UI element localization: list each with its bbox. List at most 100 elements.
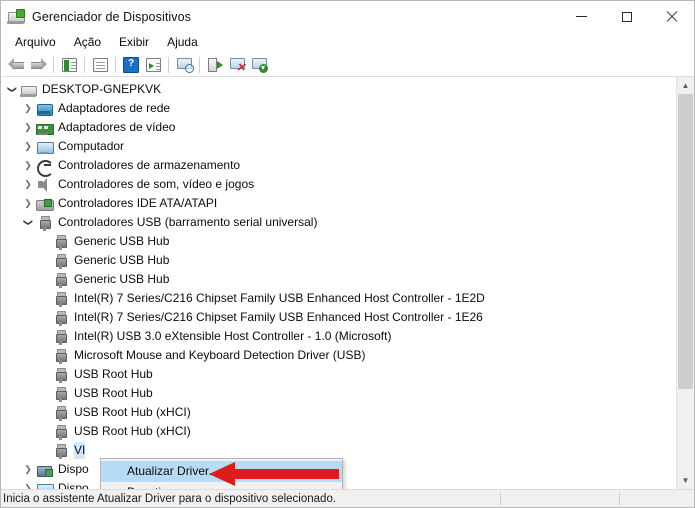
menu-acao[interactable]: Ação bbox=[65, 33, 110, 52]
tree-row[interactable]: Generic USB Hub bbox=[1, 251, 676, 270]
network-adapter-icon bbox=[36, 101, 53, 117]
tree-row-label: VI bbox=[74, 442, 86, 459]
tree-row[interactable]: ❯ Adaptadores de rede bbox=[1, 99, 676, 118]
update-driver-button[interactable] bbox=[204, 54, 226, 75]
tree-row-label: Microsoft Mouse and Keyboard Detection D… bbox=[74, 348, 366, 362]
tree-row-label: Intel(R) 7 Series/C216 Chipset Family US… bbox=[74, 291, 485, 305]
usb-icon bbox=[52, 234, 69, 250]
tree-row[interactable]: ❯ Computador bbox=[1, 137, 676, 156]
tree-row[interactable]: ❯ Controladores USB (barramento serial un… bbox=[1, 213, 676, 232]
toolbar-separator-2 bbox=[84, 56, 85, 73]
window-title: Gerenciador de Dispositivos bbox=[32, 9, 192, 24]
scroll-track[interactable] bbox=[677, 94, 694, 472]
usb-icon bbox=[52, 424, 69, 440]
chevron-right-icon[interactable]: ❯ bbox=[20, 194, 36, 213]
tree-row-label: USB Root Hub bbox=[74, 367, 153, 381]
window-controls bbox=[559, 1, 694, 32]
computer-icon bbox=[20, 82, 37, 98]
show-hidden-button[interactable] bbox=[142, 54, 164, 75]
usb-icon bbox=[52, 405, 69, 421]
tree-row[interactable]: ❯ Adaptadores de vídeo bbox=[1, 118, 676, 137]
chevron-right-icon[interactable]: ❯ bbox=[20, 118, 36, 137]
minimize-button[interactable] bbox=[559, 1, 604, 32]
tree-row[interactable]: USB Root Hub bbox=[1, 384, 676, 403]
device-manager-window: Gerenciador de Dispositivos Arquivo Ação… bbox=[0, 0, 695, 508]
show-hidden-icon bbox=[145, 57, 161, 72]
tree-row-label: Generic USB Hub bbox=[74, 272, 170, 286]
video-adapter-icon bbox=[36, 120, 54, 136]
tree-row[interactable]: ❯ DESKTOP-GNEPKVK bbox=[1, 80, 676, 99]
maximize-button[interactable] bbox=[604, 1, 649, 32]
tree-row[interactable]: Intel(R) USB 3.0 eXtensible Host Control… bbox=[1, 327, 676, 346]
context-menu-item[interactable]: Atualizar Driver... bbox=[101, 461, 342, 482]
tree-row-label: Intel(R) 7 Series/C216 Chipset Family US… bbox=[74, 310, 483, 324]
menu-ajuda[interactable]: Ajuda bbox=[158, 33, 207, 52]
tree-row-label: Adaptadores de vídeo bbox=[58, 120, 176, 134]
chevron-right-icon[interactable]: ❯ bbox=[20, 460, 36, 479]
monitor-icon bbox=[36, 481, 54, 489]
tree-row[interactable]: USB Root Hub bbox=[1, 365, 676, 384]
tree-row-label: DESKTOP-GNEPKVK bbox=[42, 82, 162, 96]
device-manager-icon bbox=[7, 8, 25, 26]
device-tree[interactable]: ❯ DESKTOP-GNEPKVK ❯ Adaptadores de rede ❯ Ada… bbox=[1, 77, 676, 489]
scroll-up-button[interactable]: ▲ bbox=[677, 77, 694, 94]
back-button[interactable] bbox=[5, 54, 27, 75]
scroll-thumb[interactable] bbox=[678, 94, 693, 389]
chevron-right-icon[interactable]: ❯ bbox=[20, 156, 36, 175]
usb-icon bbox=[52, 367, 69, 383]
vertical-scrollbar[interactable]: ▲ ▼ bbox=[676, 77, 694, 489]
usb-icon bbox=[52, 291, 69, 307]
tree-row[interactable]: ❯ Controladores de armazenamento bbox=[1, 156, 676, 177]
chevron-right-icon[interactable]: ❯ bbox=[20, 137, 36, 156]
tree-row[interactable]: Intel(R) 7 Series/C216 Chipset Family US… bbox=[1, 289, 676, 308]
usb-icon bbox=[52, 253, 69, 269]
toolbar-separator-3 bbox=[115, 56, 116, 73]
chevron-down-icon[interactable]: ❯ bbox=[4, 80, 20, 99]
context-menu[interactable]: Atualizar Driver...DesativarDesinstalarV… bbox=[100, 458, 343, 489]
sound-icon bbox=[36, 177, 53, 193]
tree-row[interactable]: ❯ Controladores de som, vídeo e jogos bbox=[1, 175, 676, 194]
tree-row-label: Dispo bbox=[58, 462, 89, 476]
tree-row[interactable]: USB Root Hub (xHCI) bbox=[1, 422, 676, 441]
enable-device-icon bbox=[251, 58, 268, 73]
list-view-button[interactable] bbox=[89, 54, 111, 75]
toolbar: ? ✕ bbox=[1, 53, 694, 77]
tree-row[interactable]: Generic USB Hub bbox=[1, 270, 676, 289]
tree-row-label: Generic USB Hub bbox=[74, 234, 170, 248]
device-icon bbox=[36, 462, 53, 478]
tree-row-label: Controladores USB (barramento serial uni… bbox=[58, 215, 318, 229]
toolbar-separator bbox=[53, 56, 54, 73]
tree-row-label: Controladores de som, vídeo e jogos bbox=[58, 177, 255, 191]
menu-arquivo[interactable]: Arquivo bbox=[6, 33, 65, 52]
scan-hardware-button[interactable] bbox=[173, 54, 195, 75]
scroll-down-button[interactable]: ▼ bbox=[677, 472, 694, 489]
update-driver-icon bbox=[207, 57, 223, 72]
list-view-icon bbox=[92, 57, 108, 72]
tree-row[interactable]: Intel(R) 7 Series/C216 Chipset Family US… bbox=[1, 308, 676, 327]
context-menu-item[interactable]: Desativar bbox=[101, 482, 342, 489]
back-icon bbox=[7, 58, 25, 71]
title-bar: Gerenciador de Dispositivos bbox=[1, 1, 694, 32]
properties-panel-button[interactable] bbox=[58, 54, 80, 75]
tree-row[interactable]: Microsoft Mouse and Keyboard Detection D… bbox=[1, 346, 676, 365]
chevron-right-icon[interactable]: ❯ bbox=[20, 175, 36, 194]
help-button[interactable]: ? bbox=[120, 54, 142, 75]
uninstall-device-button[interactable]: ✕ bbox=[226, 54, 248, 75]
tree-row[interactable]: Generic USB Hub bbox=[1, 232, 676, 251]
menu-exibir[interactable]: Exibir bbox=[110, 33, 158, 52]
close-button[interactable] bbox=[649, 1, 694, 32]
close-icon bbox=[666, 11, 678, 23]
forward-button[interactable] bbox=[27, 54, 49, 75]
tree-row-label: USB Root Hub (xHCI) bbox=[74, 424, 191, 438]
chevron-right-icon[interactable]: ❯ bbox=[20, 99, 36, 118]
monitor-icon bbox=[36, 139, 54, 155]
chevron-down-icon[interactable]: ❯ bbox=[20, 213, 36, 232]
status-message: Inicia o assistente Atualizar Driver par… bbox=[3, 492, 337, 505]
tree-row[interactable]: USB Root Hub (xHCI) bbox=[1, 403, 676, 422]
properties-panel-icon bbox=[61, 57, 77, 72]
storage-controller-icon bbox=[36, 158, 54, 177]
toolbar-separator-5 bbox=[199, 56, 200, 73]
tree-row[interactable]: ❯ Controladores IDE ATA/ATAPI bbox=[1, 194, 676, 213]
chevron-right-icon[interactable]: ❯ bbox=[20, 479, 36, 489]
enable-device-button[interactable] bbox=[248, 54, 270, 75]
